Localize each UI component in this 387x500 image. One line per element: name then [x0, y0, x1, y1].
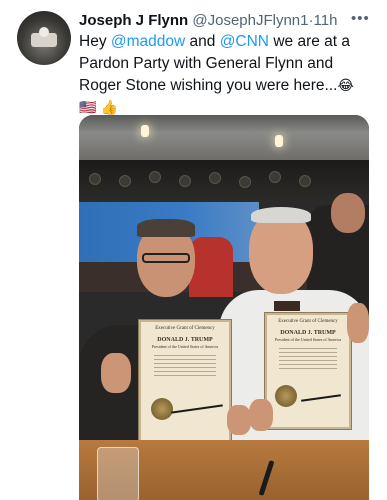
signature — [171, 404, 223, 414]
certificate-name: DONALD J. TRUMP — [157, 337, 213, 343]
certificate-body-text — [154, 355, 216, 377]
mention-cnn[interactable]: @CNN — [220, 33, 269, 50]
stage-light — [299, 175, 311, 187]
author-name[interactable]: Joseph J Flynn — [79, 12, 188, 29]
certificate-subtitle: President of the United States of Americ… — [274, 337, 342, 342]
more-options-icon[interactable]: ••• — [351, 10, 370, 27]
stage-light — [209, 172, 221, 184]
certificate-name: DONALD J. TRUMP — [280, 330, 336, 336]
ceiling-light — [141, 125, 149, 137]
person-right-hair — [251, 207, 311, 223]
pardon-certificate-left: Executive Grant of Clemency DONALD J. TR… — [139, 320, 231, 442]
avatar-image-detail — [39, 27, 49, 37]
bowtie — [274, 301, 300, 311]
pardon-certificate-right: Executive Grant of Clemency DONALD J. TR… — [265, 313, 351, 429]
stage-light — [119, 175, 131, 187]
tweet-text-part: Hey — [79, 33, 111, 50]
stage-light — [89, 173, 101, 185]
certificate-title: Executive Grant of Clemency — [155, 326, 215, 331]
avatar[interactable] — [17, 11, 71, 65]
stage-light — [149, 171, 161, 183]
ceiling-light — [275, 135, 283, 147]
background-person-face — [331, 193, 365, 233]
mention-maddow[interactable]: @maddow — [111, 33, 185, 50]
tweet-text-part: and — [185, 33, 220, 50]
seal-icon — [275, 385, 297, 407]
tweet-photo[interactable]: Executive Grant of Clemency DONALD J. TR… — [79, 115, 369, 500]
stage-light — [269, 171, 281, 183]
tweet[interactable]: Joseph J Flynn @JosephJFlynn1·11h ••• He… — [0, 0, 387, 500]
tweet-header: Joseph J Flynn @JosephJFlynn1·11h — [79, 12, 379, 30]
timestamp[interactable]: 11h — [314, 12, 338, 29]
signature — [301, 394, 341, 402]
certificate-title: Executive Grant of Clemency — [278, 319, 338, 324]
person-left-hair — [137, 219, 195, 237]
stage-light — [239, 176, 251, 188]
author-handle[interactable]: @JosephJFlynn1 — [192, 12, 308, 29]
drinking-glass — [97, 447, 139, 500]
seal-icon — [151, 398, 173, 420]
background-person-red-shirt — [189, 237, 233, 297]
glasses — [142, 253, 190, 263]
certificate-body-text — [279, 348, 337, 370]
hand — [101, 353, 131, 393]
ceiling — [79, 115, 369, 160]
stage-light — [179, 175, 191, 187]
certificate-subtitle: President of the United States of Americ… — [151, 344, 219, 349]
hand — [249, 399, 273, 431]
hand — [347, 303, 369, 343]
hand — [227, 405, 251, 435]
